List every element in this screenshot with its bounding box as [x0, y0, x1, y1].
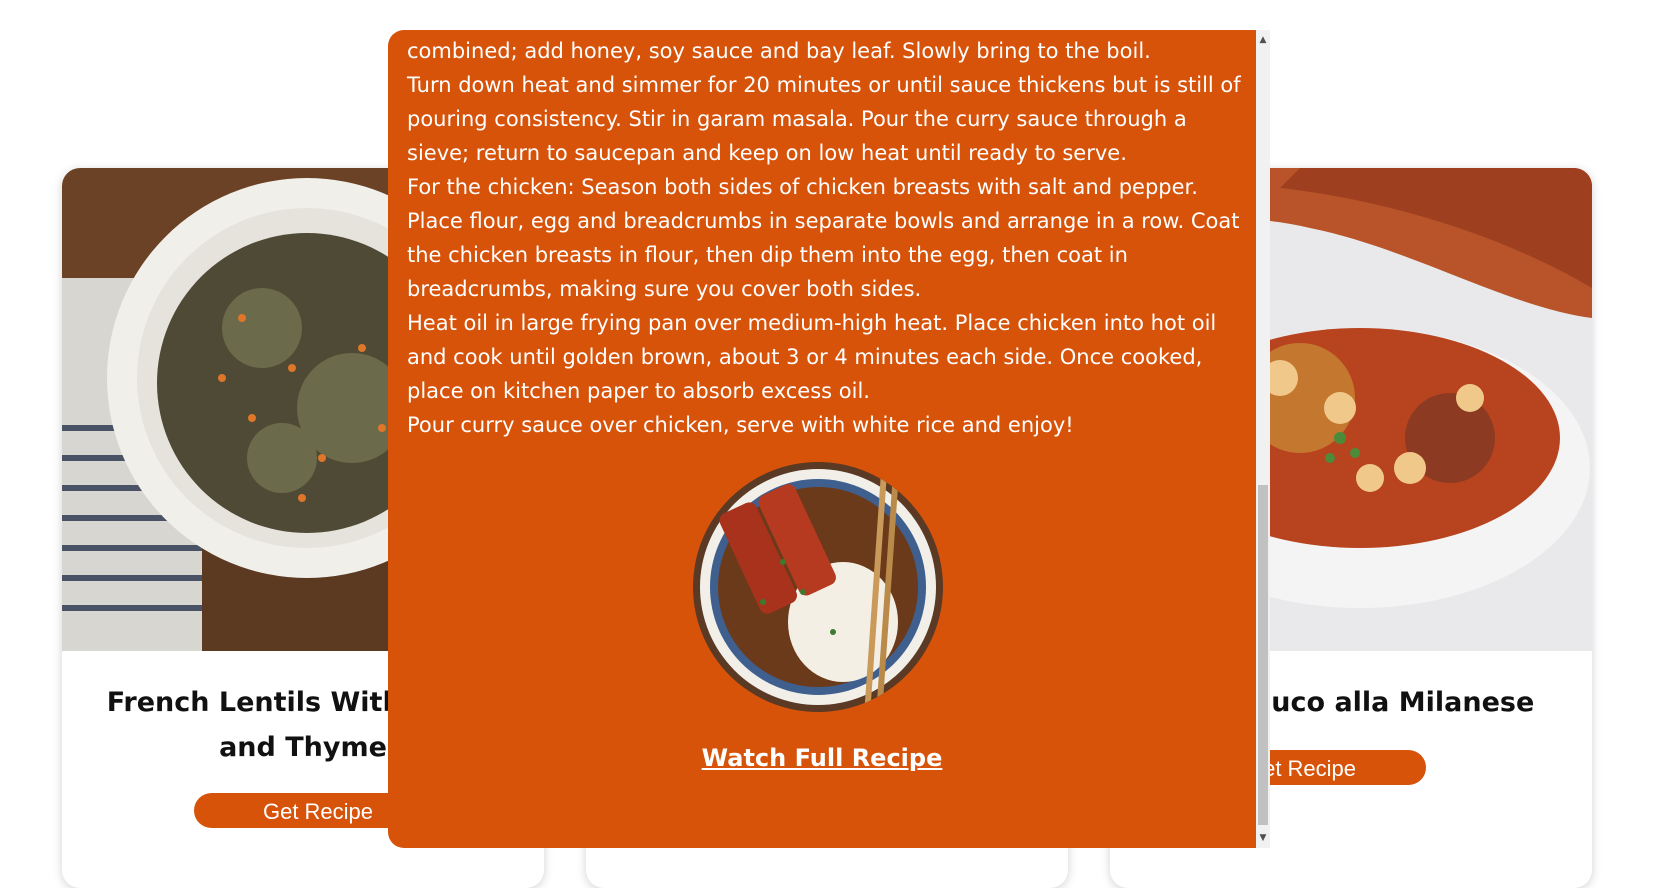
recipe-modal: combined; add honey, soy sauce and bay l…: [388, 30, 1256, 848]
scroll-up-arrow-icon[interactable]: ▲: [1256, 32, 1270, 48]
scrollbar-thumb[interactable]: [1258, 485, 1268, 825]
instruction-line: Heat oil in large frying pan over medium…: [407, 311, 1217, 403]
scroll-down-arrow-icon[interactable]: ▼: [1256, 830, 1270, 846]
watch-full-recipe-link[interactable]: Watch Full Recipe: [388, 744, 1256, 772]
instruction-line: Pour curry sauce over chicken, serve wit…: [407, 413, 1074, 437]
katsu-curry-bowl-image: [693, 462, 943, 712]
recipe-instructions: combined; add honey, soy sauce and bay l…: [407, 34, 1242, 442]
instruction-line: combined; add honey, soy sauce and bay l…: [407, 39, 1151, 63]
instruction-line: For the chicken: Season both sides of ch…: [407, 175, 1240, 301]
instruction-line: Turn down heat and simmer for 20 minutes…: [407, 73, 1241, 165]
modal-scrollbar[interactable]: ▲ ▼: [1256, 30, 1270, 848]
